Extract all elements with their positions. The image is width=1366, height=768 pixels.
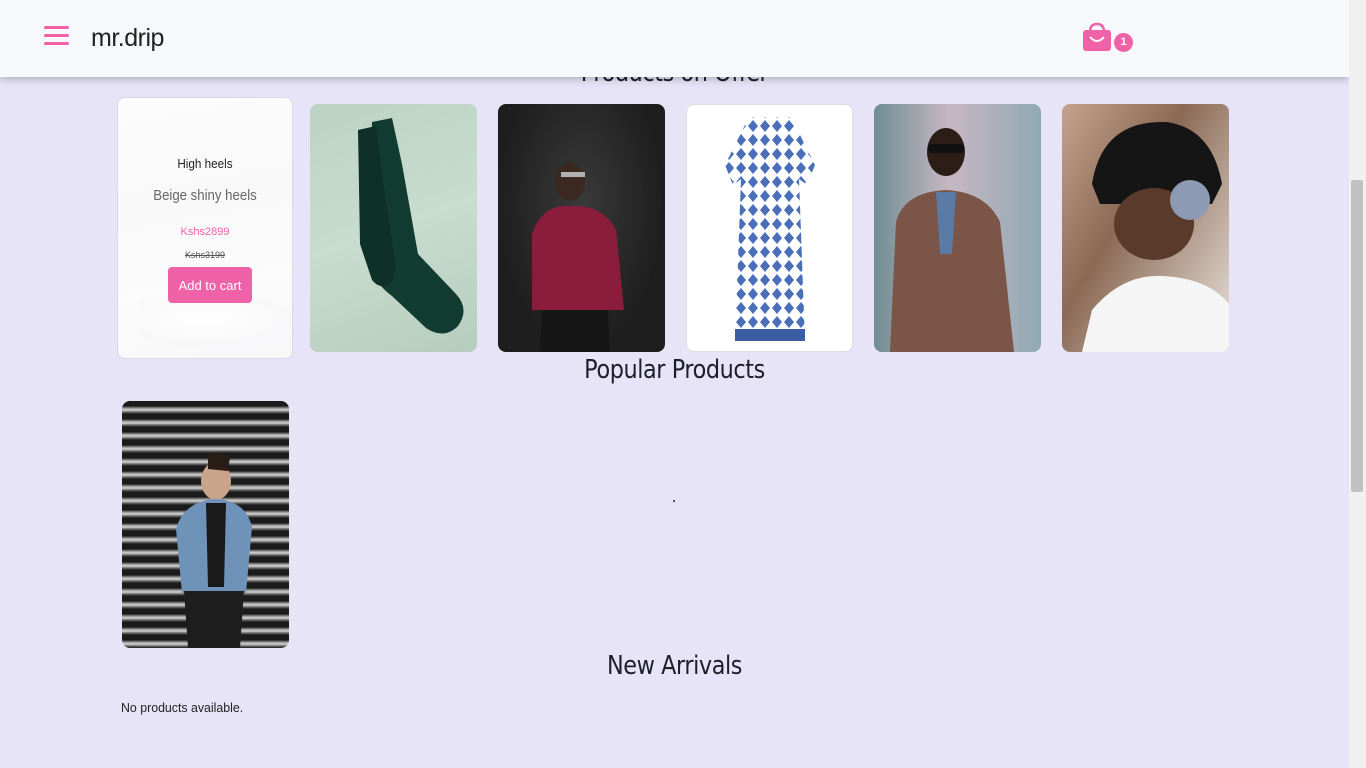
page-scrollbar[interactable] [1349,0,1366,768]
dress-image [725,117,815,341]
add-to-cart-button[interactable]: Add to cart [168,267,252,303]
cart-button[interactable]: 1 [1081,22,1133,54]
beanie-woman-image [1082,121,1229,352]
scrollbar-thumb[interactable] [1351,180,1363,492]
popular-product-card[interactable] [122,401,289,648]
socks-image [358,118,464,334]
product-category: High heels [177,156,233,171]
empty-products-message: No products available. [121,700,244,715]
popular-section-title: Popular Products [584,355,765,385]
brand-logo[interactable]: mr.drip [91,24,164,53]
hamburger-menu-icon[interactable] [44,26,69,46]
offer-product-card[interactable] [874,104,1041,352]
shopping-bag-icon [1083,22,1111,51]
product-name: Beige shiny heels [153,187,257,204]
sweater-man-image [532,163,624,352]
navbar: mr.drip 1 [0,0,1349,77]
cart-count-badge: 1 [1114,33,1133,52]
offer-product-card[interactable] [1062,104,1229,352]
denim-man-image [176,453,252,648]
product-price: Kshs2899 [180,226,230,238]
offer-product-card-highlighted[interactable]: High heels Beige shiny heels Kshs2899 Ks… [117,97,293,359]
loading-dot [673,500,675,502]
page: Products on Offer High heels Beige shiny… [0,0,1349,768]
offer-product-card[interactable] [498,104,665,352]
product-old-price: Kshs3199 [184,250,226,260]
jacket-man-image [890,128,1014,352]
offer-product-card[interactable] [310,104,477,352]
offer-product-card[interactable] [686,104,853,352]
new-arrivals-section-title: New Arrivals [606,651,743,681]
